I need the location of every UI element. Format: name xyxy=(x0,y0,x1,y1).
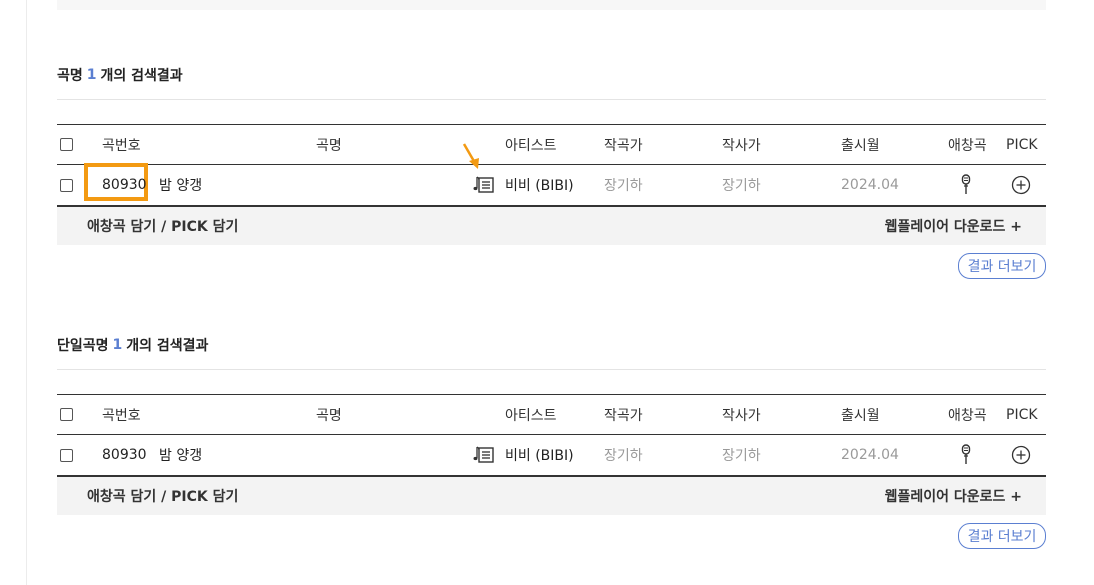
header-title: 곡명 xyxy=(316,137,342,154)
table-row: 80930 밤 양갱 비비 (BIBI) 장기하 장기하 2024.04 xyxy=(57,435,1046,477)
song-artist[interactable]: 비비 (BIBI) xyxy=(505,165,574,205)
add-favorite-pick-button[interactable]: 애창곡 담기 / PICK 담기 xyxy=(87,486,238,506)
song-composer: 장기하 xyxy=(604,178,643,194)
header-number: 곡번호 xyxy=(102,137,141,154)
header-artist: 아티스트 xyxy=(505,137,557,154)
row-checkbox[interactable] xyxy=(60,435,73,475)
results-table: 곡번호 곡명 아티스트 작곡가 작사가 출시월 애창곡 PICK 80930 밤… xyxy=(57,394,1046,515)
microphone-icon[interactable] xyxy=(959,435,973,475)
song-artist[interactable]: 비비 (BIBI) xyxy=(505,435,574,475)
table-header-row: 곡번호 곡명 아티스트 작곡가 작사가 출시월 애창곡 PICK xyxy=(57,125,1046,165)
single-song-title-results: 단일곡명 1 개의 검색결과 곡번호 곡명 아티스트 작곡가 작사가 출시월 애… xyxy=(57,330,1046,549)
section-title: 단일곡명 1 개의 검색결과 xyxy=(57,330,1046,360)
action-bar: 애창곡 담기 / PICK 담기 웹플레이어 다운로드 + xyxy=(57,207,1046,245)
song-lyricist: 장기하 xyxy=(722,178,761,194)
header-favorite: 애창곡 xyxy=(948,137,987,154)
plus-circle-icon[interactable] xyxy=(1011,165,1031,205)
header-title: 곡명 xyxy=(316,407,342,424)
row-checkbox[interactable] xyxy=(60,165,73,205)
webplayer-download-button[interactable]: 웹플레이어 다운로드 + xyxy=(885,216,1022,236)
action-bar: 애창곡 담기 / PICK 담기 웹플레이어 다운로드 + xyxy=(57,477,1046,515)
title-divider xyxy=(57,369,1046,370)
section-title-prefix: 곡명 xyxy=(57,68,83,84)
section-title-suffix: 개의 검색결과 xyxy=(100,68,183,84)
webplayer-download-button[interactable]: 웹플레이어 다운로드 + xyxy=(885,486,1022,506)
header-lyricist: 작사가 xyxy=(722,407,761,424)
top-panel-edge xyxy=(57,0,1046,10)
song-composer: 장기하 xyxy=(604,448,643,464)
header-number: 곡번호 xyxy=(102,407,141,424)
lyrics-sheet-icon[interactable] xyxy=(473,165,495,205)
arrow-annotation xyxy=(461,141,483,171)
select-all-checkbox[interactable] xyxy=(60,395,73,434)
results-table: 곡번호 곡명 아티스트 작곡가 작사가 출시월 애창곡 PICK 80930 밤… xyxy=(57,124,1046,245)
header-release: 출시월 xyxy=(841,407,880,424)
table-header-row: 곡번호 곡명 아티스트 작곡가 작사가 출시월 애창곡 PICK xyxy=(57,395,1046,435)
left-divider xyxy=(26,0,27,585)
song-number: 80930 xyxy=(102,447,147,463)
header-composer: 작곡가 xyxy=(604,407,643,424)
title-divider xyxy=(57,99,1046,100)
song-title[interactable]: 밤 양갱 xyxy=(159,435,202,475)
song-lyricist: 장기하 xyxy=(722,448,761,464)
header-release: 출시월 xyxy=(841,137,880,154)
song-title-results: 곡명 1 개의 검색결과 곡번호 곡명 아티스트 작곡가 작사가 출시월 애창곡… xyxy=(57,60,1046,279)
section-title-suffix: 개의 검색결과 xyxy=(126,338,209,354)
microphone-icon[interactable] xyxy=(959,165,973,205)
more-results-button[interactable]: 결과 더보기 xyxy=(958,253,1046,279)
more-results-button[interactable]: 결과 더보기 xyxy=(958,523,1046,549)
header-lyricist: 작사가 xyxy=(722,137,761,154)
section-title: 곡명 1 개의 검색결과 xyxy=(57,60,1046,90)
header-artist: 아티스트 xyxy=(505,407,557,424)
song-number: 80930 xyxy=(102,177,147,193)
section-title-prefix: 단일곡명 xyxy=(57,338,109,354)
song-release: 2024.04 xyxy=(841,447,899,463)
result-count: 1 xyxy=(86,67,97,83)
header-pick: PICK xyxy=(1006,136,1038,153)
add-favorite-pick-button[interactable]: 애창곡 담기 / PICK 담기 xyxy=(87,216,238,236)
table-row: 80930 밤 양갱 비비 (BIBI) 장기하 장기하 2024.04 xyxy=(57,163,1046,207)
lyrics-sheet-icon[interactable] xyxy=(473,435,495,475)
song-title[interactable]: 밤 양갱 xyxy=(159,165,202,205)
header-favorite: 애창곡 xyxy=(948,407,987,424)
header-pick: PICK xyxy=(1006,406,1038,423)
result-count: 1 xyxy=(112,337,123,353)
song-release: 2024.04 xyxy=(841,177,899,193)
select-all-checkbox[interactable] xyxy=(60,125,73,164)
plus-circle-icon[interactable] xyxy=(1011,435,1031,475)
header-composer: 작곡가 xyxy=(604,137,643,154)
